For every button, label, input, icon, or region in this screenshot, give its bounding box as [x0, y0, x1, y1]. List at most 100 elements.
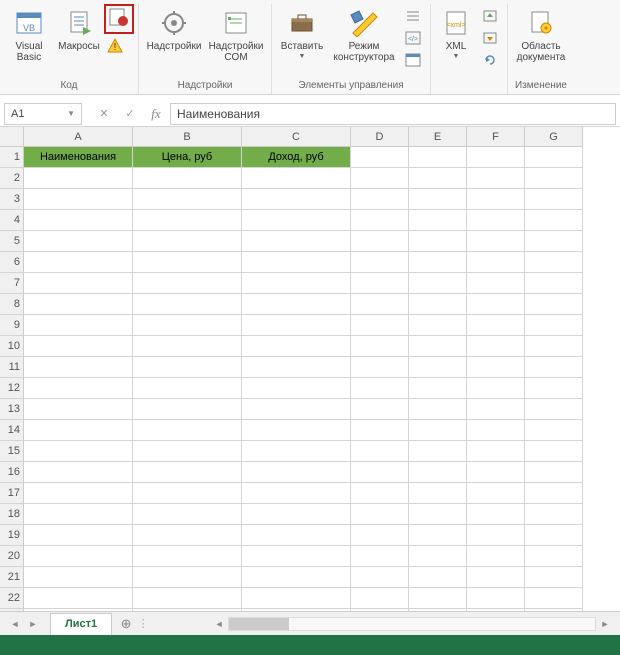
cell[interactable]: [242, 462, 351, 483]
cell[interactable]: [351, 567, 409, 588]
cell[interactable]: [351, 210, 409, 231]
cell[interactable]: [409, 210, 467, 231]
cell[interactable]: [409, 588, 467, 609]
row-header[interactable]: 4: [0, 210, 24, 231]
row-header[interactable]: 5: [0, 231, 24, 252]
cell[interactable]: [525, 546, 583, 567]
cell[interactable]: [351, 399, 409, 420]
cell[interactable]: [133, 546, 242, 567]
cell[interactable]: [467, 441, 525, 462]
macros-button[interactable]: Макросы: [54, 4, 104, 76]
cell[interactable]: Доход, руб: [242, 147, 351, 168]
cell[interactable]: [242, 357, 351, 378]
column-header[interactable]: E: [409, 127, 467, 147]
cell[interactable]: [409, 483, 467, 504]
cell[interactable]: [525, 483, 583, 504]
column-header[interactable]: G: [525, 127, 583, 147]
cell[interactable]: [525, 378, 583, 399]
cell[interactable]: [525, 315, 583, 336]
cell[interactable]: [525, 441, 583, 462]
document-panel-button[interactable]: Областьдокумента: [512, 4, 570, 76]
cell[interactable]: [525, 147, 583, 168]
cell[interactable]: [467, 231, 525, 252]
column-header[interactable]: D: [351, 127, 409, 147]
cell[interactable]: [242, 420, 351, 441]
cell[interactable]: [24, 567, 133, 588]
cell[interactable]: [133, 273, 242, 294]
cell[interactable]: [525, 336, 583, 357]
cell[interactable]: [409, 378, 467, 399]
cell[interactable]: [467, 567, 525, 588]
run-dialog-button[interactable]: [402, 50, 424, 70]
cell[interactable]: [467, 357, 525, 378]
cell[interactable]: [24, 273, 133, 294]
row-header[interactable]: 1: [0, 147, 24, 168]
cell[interactable]: Цена, руб: [133, 147, 242, 168]
row-header[interactable]: 20: [0, 546, 24, 567]
cell[interactable]: [133, 420, 242, 441]
cell[interactable]: [242, 231, 351, 252]
cell[interactable]: [242, 378, 351, 399]
record-macro-button[interactable]: [104, 4, 134, 34]
row-header[interactable]: 3: [0, 189, 24, 210]
cell[interactable]: [133, 441, 242, 462]
cell[interactable]: [409, 147, 467, 168]
xml-button[interactable]: <xml> XML ▼: [435, 4, 477, 76]
cell[interactable]: [409, 273, 467, 294]
sheet-nav-prev[interactable]: ◄: [6, 615, 24, 633]
cell[interactable]: [242, 168, 351, 189]
design-mode-button[interactable]: Режимконструктора: [328, 4, 400, 76]
cell[interactable]: [525, 273, 583, 294]
sheet-nav-next[interactable]: ►: [24, 615, 42, 633]
visual-basic-button[interactable]: VB VisualBasic: [4, 4, 54, 76]
cell[interactable]: [133, 483, 242, 504]
cell[interactable]: [133, 189, 242, 210]
row-header[interactable]: 7: [0, 273, 24, 294]
cell[interactable]: [351, 315, 409, 336]
column-header[interactable]: F: [467, 127, 525, 147]
cell[interactable]: [24, 252, 133, 273]
cell[interactable]: [351, 357, 409, 378]
cell[interactable]: [242, 546, 351, 567]
cell[interactable]: [525, 189, 583, 210]
cell[interactable]: [24, 168, 133, 189]
cell[interactable]: [24, 525, 133, 546]
cell[interactable]: [467, 504, 525, 525]
scroll-thumb[interactable]: [229, 618, 289, 630]
cell[interactable]: [525, 567, 583, 588]
cell[interactable]: [525, 504, 583, 525]
cell[interactable]: [467, 483, 525, 504]
row-header[interactable]: 17: [0, 483, 24, 504]
cell[interactable]: [24, 462, 133, 483]
cell[interactable]: [351, 273, 409, 294]
cell[interactable]: [351, 252, 409, 273]
cell[interactable]: [351, 525, 409, 546]
row-header[interactable]: 8: [0, 294, 24, 315]
cell[interactable]: [409, 504, 467, 525]
cell[interactable]: [409, 399, 467, 420]
cell[interactable]: [525, 210, 583, 231]
cell[interactable]: [409, 420, 467, 441]
row-header[interactable]: 15: [0, 441, 24, 462]
cell[interactable]: [525, 525, 583, 546]
cell[interactable]: [467, 273, 525, 294]
row-header[interactable]: 6: [0, 252, 24, 273]
cell[interactable]: [242, 189, 351, 210]
xml-refresh-button[interactable]: [479, 50, 501, 70]
cells-area[interactable]: НаименованияЦена, рубДоход, руб: [24, 147, 583, 630]
cell[interactable]: [242, 399, 351, 420]
cell[interactable]: [467, 378, 525, 399]
cell[interactable]: [24, 504, 133, 525]
cell[interactable]: [242, 483, 351, 504]
cell[interactable]: [133, 504, 242, 525]
row-header[interactable]: 16: [0, 462, 24, 483]
add-sheet-button[interactable]: ⊕: [116, 614, 136, 634]
cell[interactable]: [409, 441, 467, 462]
accept-formula-button[interactable]: ✓: [118, 103, 142, 125]
cell[interactable]: [133, 315, 242, 336]
cell[interactable]: [133, 294, 242, 315]
cell[interactable]: [467, 546, 525, 567]
cell[interactable]: [24, 315, 133, 336]
cell[interactable]: [467, 168, 525, 189]
cell[interactable]: [467, 252, 525, 273]
